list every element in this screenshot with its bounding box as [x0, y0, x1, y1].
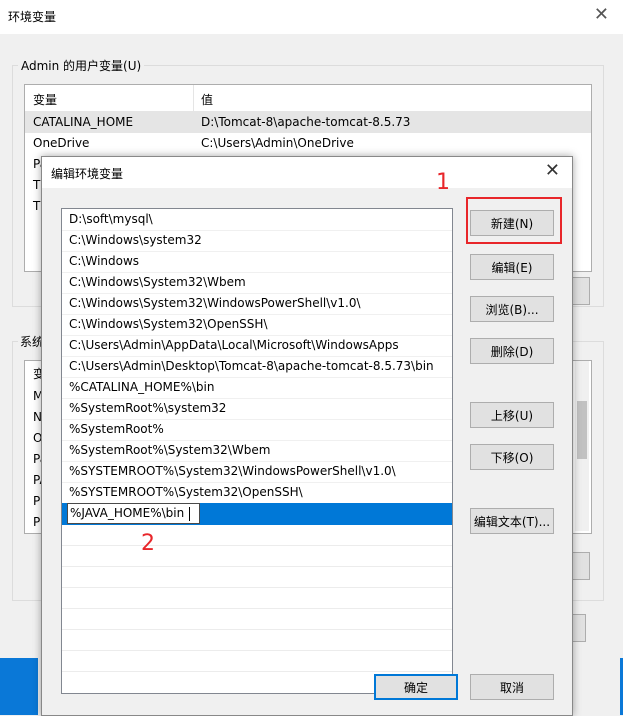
path-entry-text: C:\Windows\System32\OpenSSH\ — [69, 317, 268, 331]
path-entry[interactable]: %SYSTEMROOT%\System32\OpenSSH\ — [62, 482, 452, 504]
path-entry[interactable]: C:\Users\Admin\Desktop\Tomcat-8\apache-t… — [62, 356, 452, 378]
empty-row — [62, 608, 452, 630]
move-up-button[interactable]: 上移(U) — [470, 402, 554, 428]
empty-row — [62, 587, 452, 609]
path-entry-text: %SYSTEMROOT%\System32\OpenSSH\ — [69, 485, 303, 499]
dialog-close-icon[interactable]: ✕ — [545, 160, 560, 181]
browse-button[interactable]: 浏览(B)... — [470, 296, 554, 322]
empty-row — [62, 566, 452, 588]
variable-name: CATALINA_HOME — [33, 115, 134, 129]
column-separator — [193, 85, 194, 111]
cancel-button[interactable]: 取消 — [470, 674, 554, 700]
path-edit-input[interactable]: %JAVA_HOME%\bin — [67, 503, 200, 524]
window-title: 环境变量 — [8, 10, 57, 24]
path-entry-text: %SystemRoot%\system32 — [69, 401, 227, 415]
user-delete-button[interactable] — [570, 277, 590, 305]
text-caret — [189, 507, 190, 521]
path-entry-text: C:\Windows — [69, 254, 140, 268]
user-variable-row[interactable]: CATALINA_HOME D:\Tomcat-8\apache-tomcat-… — [25, 112, 591, 133]
path-entry[interactable]: %SystemRoot% — [62, 419, 452, 441]
dialog-title: 编辑环境变量 — [51, 167, 124, 181]
empty-row — [62, 545, 452, 567]
user-variable-row[interactable]: OneDrive C:\Users\Admin\OneDrive — [25, 133, 591, 154]
path-entry[interactable]: C:\Windows — [62, 251, 452, 273]
empty-row — [62, 650, 452, 672]
column-header-value[interactable]: 值 — [201, 91, 213, 108]
path-entry-text: C:\Users\Admin\Desktop\Tomcat-8\apache-t… — [69, 359, 434, 373]
path-entry[interactable]: C:\Windows\System32\WindowsPowerShell\v1… — [62, 293, 452, 315]
list-header: 变量 值 — [25, 85, 591, 112]
path-entry[interactable]: %SystemRoot%\System32\Wbem — [62, 440, 452, 462]
path-entry-text: %SystemRoot% — [69, 422, 164, 436]
delete-button[interactable]: 删除(D) — [470, 338, 554, 364]
variable-name: OneDrive — [33, 136, 90, 150]
move-down-button[interactable]: 下移(O) — [470, 444, 554, 470]
new-button-highlight — [466, 197, 562, 244]
path-entry[interactable]: C:\Users\Admin\AppData\Local\Microsoft\W… — [62, 335, 452, 357]
path-entry-text: C:\Windows\system32 — [69, 233, 202, 247]
path-entry-text: %SystemRoot%\System32\Wbem — [69, 443, 271, 457]
window-close-icon[interactable]: ✕ — [594, 4, 609, 25]
path-entries-list[interactable]: D:\soft\mysql\ C:\Windows\system32 C:\Wi… — [61, 208, 453, 694]
path-entry-text: %CATALINA_HOME%\bin — [69, 380, 215, 394]
empty-row — [62, 629, 452, 651]
ok-button[interactable]: 确定 — [374, 674, 458, 700]
annotation-step-2: 2 — [141, 531, 155, 556]
path-entry-text: C:\Windows\System32\WindowsPowerShell\v1… — [69, 296, 361, 310]
path-entry-text: C:\Windows\System32\Wbem — [69, 275, 246, 289]
path-entry[interactable]: %CATALINA_HOME%\bin — [62, 377, 452, 399]
path-entry[interactable]: D:\soft\mysql\ — [62, 209, 452, 231]
scrollbar-thumb[interactable] — [577, 401, 587, 459]
variable-value: D:\Tomcat-8\apache-tomcat-8.5.73 — [201, 115, 411, 129]
column-header-variable[interactable]: 变量 — [33, 91, 57, 108]
path-entry[interactable]: C:\Windows\System32\Wbem — [62, 272, 452, 294]
path-entry[interactable]: C:\Windows\system32 — [62, 230, 452, 252]
path-entry[interactable]: %SYSTEMROOT%\System32\WindowsPowerShell\… — [62, 461, 452, 483]
path-entry[interactable]: %SystemRoot%\system32 — [62, 398, 452, 420]
path-edit-value: %JAVA_HOME%\bin — [70, 506, 185, 520]
path-entry-editing[interactable]: %JAVA_HOME%\bin — [62, 503, 452, 525]
path-entry[interactable]: C:\Windows\System32\OpenSSH\ — [62, 314, 452, 336]
variable-value: C:\Users\Admin\OneDrive — [201, 136, 354, 150]
edit-button[interactable]: 编辑(E) — [470, 254, 554, 280]
path-entry-text: C:\Users\Admin\AppData\Local\Microsoft\W… — [69, 338, 399, 352]
system-list-scrollbar[interactable] — [575, 361, 589, 531]
empty-row — [62, 524, 452, 546]
system-delete-button[interactable] — [570, 552, 590, 580]
window-titlebar: 环境变量 ✕ — [0, 0, 623, 34]
edit-environment-variable-dialog: 编辑环境变量 ✕ D:\soft\mysql\ C:\Windows\syste… — [41, 156, 573, 716]
dialog-titlebar: 编辑环境变量 ✕ — [42, 157, 572, 188]
user-variables-title: Admin 的用户变量(U) — [18, 57, 145, 74]
path-entry-text: %SYSTEMROOT%\System32\WindowsPowerShell\… — [69, 464, 396, 478]
path-entry-text: D:\soft\mysql\ — [69, 212, 153, 226]
annotation-step-1: 1 — [436, 170, 450, 195]
edit-text-button[interactable]: 编辑文本(T)... — [470, 508, 554, 534]
